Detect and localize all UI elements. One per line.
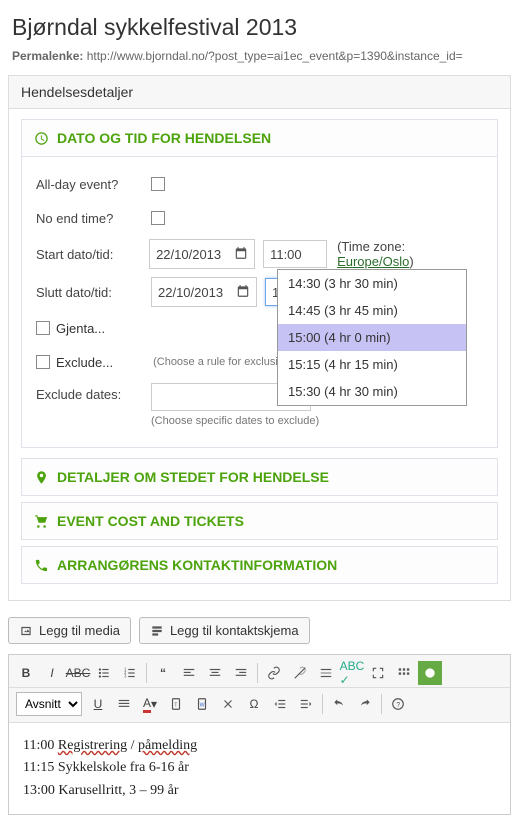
start-time-input[interactable] bbox=[263, 240, 327, 268]
timezone-link[interactable]: Europe/Oslo bbox=[337, 254, 409, 269]
align-center-button[interactable] bbox=[203, 661, 227, 685]
media-icon bbox=[19, 624, 33, 638]
indent-button[interactable] bbox=[294, 692, 318, 716]
no-end-label: No end time? bbox=[36, 211, 151, 226]
start-date-wrapper[interactable] bbox=[149, 239, 255, 269]
time-option[interactable]: 14:45 (3 hr 45 min) bbox=[278, 297, 466, 324]
svg-text:W: W bbox=[200, 702, 205, 708]
no-end-checkbox[interactable] bbox=[151, 211, 165, 225]
end-date-input[interactable] bbox=[152, 278, 230, 306]
editor-toolbar-row2: Avsnitt U A▾ T W Ω ? bbox=[9, 688, 510, 723]
exclude-hint: (Choose a rule for exclusion) bbox=[153, 356, 294, 368]
toolbar-separator bbox=[146, 663, 147, 683]
permalink-url: http://www.bjorndal.no/?post_type=ai1ec_… bbox=[87, 49, 463, 63]
clock-icon bbox=[34, 131, 49, 146]
quote-button[interactable]: “ bbox=[151, 661, 175, 685]
link-button[interactable] bbox=[262, 661, 286, 685]
fullscreen-button[interactable] bbox=[366, 661, 390, 685]
add-contact-form-button[interactable]: Legg til kontaktskjema bbox=[139, 617, 310, 644]
section-datetime-body: All-day event? No end time? Start dato/t… bbox=[21, 157, 498, 448]
insert-button[interactable] bbox=[418, 661, 442, 685]
exclude-checkbox[interactable] bbox=[36, 355, 50, 369]
italic-button[interactable]: I bbox=[40, 661, 64, 685]
calendar-icon[interactable] bbox=[228, 246, 254, 263]
section-datetime-header[interactable]: DATO OG TID FOR HENDELSEN bbox=[21, 119, 498, 157]
permalink: Permalenke: http://www.bjorndal.no/?post… bbox=[0, 49, 519, 75]
section-organizer-title: ARRANGØRENS KONTAKTINFORMATION bbox=[57, 557, 337, 573]
calendar-icon[interactable] bbox=[230, 284, 256, 301]
special-char-button[interactable]: Ω bbox=[242, 692, 266, 716]
repeat-label: Gjenta... bbox=[56, 321, 105, 336]
exclude-dates-hint: (Choose specific dates to exclude) bbox=[151, 415, 319, 427]
editor: B I ABC 123 “ ABC✓ Avsnitt U A▾ T W Ω bbox=[8, 654, 511, 815]
panel-title: Hendelsesdetaljer bbox=[9, 76, 510, 109]
text-color-button[interactable]: A▾ bbox=[138, 692, 162, 716]
start-label: Start dato/tid: bbox=[36, 247, 149, 262]
redo-button[interactable] bbox=[353, 692, 377, 716]
time-dropdown: 14:30 (3 hr 30 min)14:45 (3 hr 45 min)15… bbox=[277, 269, 467, 406]
paste-text-button[interactable]: T bbox=[164, 692, 188, 716]
add-media-button[interactable]: Legg til media bbox=[8, 617, 131, 644]
cart-icon bbox=[34, 514, 49, 529]
permalink-label: Permalenke: bbox=[12, 49, 83, 63]
editor-content[interactable]: 11:00 Registrering / påmelding11:15 Sykk… bbox=[9, 723, 510, 814]
numbered-list-button[interactable]: 123 bbox=[118, 661, 142, 685]
spellcheck-button[interactable]: ABC✓ bbox=[340, 661, 364, 685]
section-cost-header[interactable]: EVENT COST AND TICKETS bbox=[21, 502, 498, 540]
section-venue-header[interactable]: DETALJER OM STEDET FOR HENDELSE bbox=[21, 458, 498, 496]
section-cost-title: EVENT COST AND TICKETS bbox=[57, 513, 244, 529]
section-organizer-header[interactable]: ARRANGØRENS KONTAKTINFORMATION bbox=[21, 546, 498, 584]
strike-button[interactable]: ABC bbox=[66, 661, 90, 685]
page-title: Bjørndal sykkelfestival 2013 bbox=[0, 0, 519, 49]
editor-toolbar-row1: B I ABC 123 “ ABC✓ bbox=[9, 655, 510, 688]
exclude-label: Exclude... bbox=[56, 355, 113, 370]
toolbar-separator bbox=[322, 694, 323, 714]
more-button[interactable] bbox=[314, 661, 338, 685]
map-pin-icon bbox=[34, 470, 49, 485]
help-button[interactable]: ? bbox=[386, 692, 410, 716]
toolbar-separator bbox=[381, 694, 382, 714]
timezone-text: (Time zone: Europe/Oslo) bbox=[337, 239, 483, 269]
end-label: Slutt dato/tid: bbox=[36, 285, 151, 300]
form-icon bbox=[150, 624, 164, 638]
start-date-input[interactable] bbox=[150, 240, 228, 268]
section-datetime-title: DATO OG TID FOR HENDELSEN bbox=[57, 130, 271, 146]
underline-button[interactable]: U bbox=[86, 692, 110, 716]
add-contact-form-label: Legg til kontaktskjema bbox=[170, 623, 299, 638]
svg-text:3: 3 bbox=[124, 674, 127, 679]
bold-button[interactable]: B bbox=[14, 661, 38, 685]
svg-text:?: ? bbox=[396, 702, 400, 709]
remove-format-button[interactable] bbox=[216, 692, 240, 716]
time-option[interactable]: 14:30 (3 hr 30 min) bbox=[278, 270, 466, 297]
exclude-dates-label: Exclude dates: bbox=[36, 383, 151, 402]
event-details-panel: Hendelsesdetaljer DATO OG TID FOR HENDEL… bbox=[8, 75, 511, 601]
toolbar-separator bbox=[257, 663, 258, 683]
paste-word-button[interactable]: W bbox=[190, 692, 214, 716]
bullet-list-button[interactable] bbox=[92, 661, 116, 685]
all-day-checkbox[interactable] bbox=[151, 177, 165, 191]
tz-open: (Time zone: bbox=[337, 239, 405, 254]
all-day-label: All-day event? bbox=[36, 177, 151, 192]
align-left-button[interactable] bbox=[177, 661, 201, 685]
align-right-button[interactable] bbox=[229, 661, 253, 685]
svg-text:T: T bbox=[174, 702, 178, 708]
align-justify-button[interactable] bbox=[112, 692, 136, 716]
repeat-checkbox[interactable] bbox=[36, 321, 50, 335]
end-date-wrapper[interactable] bbox=[151, 277, 257, 307]
time-option[interactable]: 15:00 (4 hr 0 min) bbox=[278, 324, 466, 351]
toolbar-toggle-button[interactable] bbox=[392, 661, 416, 685]
time-option[interactable]: 15:15 (4 hr 15 min) bbox=[278, 351, 466, 378]
tz-close: ) bbox=[409, 254, 413, 269]
phone-icon bbox=[34, 558, 49, 573]
undo-button[interactable] bbox=[327, 692, 351, 716]
unlink-button[interactable] bbox=[288, 661, 312, 685]
time-option[interactable]: 15:30 (4 hr 30 min) bbox=[278, 378, 466, 405]
format-select[interactable]: Avsnitt bbox=[16, 692, 82, 716]
add-media-label: Legg til media bbox=[39, 623, 120, 638]
outdent-button[interactable] bbox=[268, 692, 292, 716]
section-venue-title: DETALJER OM STEDET FOR HENDELSE bbox=[57, 469, 329, 485]
